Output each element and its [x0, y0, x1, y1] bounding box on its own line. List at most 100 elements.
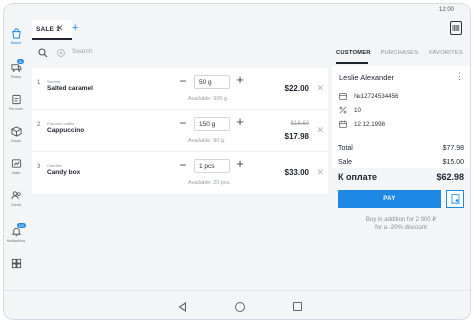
tab-customer[interactable]: CUSTOMER [336, 50, 371, 56]
product-row: 1 Sweets Salted caramel − + Available: 9… [32, 68, 328, 110]
status-time: 12:00 [438, 7, 454, 13]
search-icon[interactable] [38, 48, 48, 58]
product-category: Candies [47, 163, 62, 168]
back-icon[interactable] [178, 302, 187, 312]
pay-button[interactable]: PAY [338, 190, 441, 208]
barcode-scanner-button[interactable] [450, 21, 462, 35]
info-icon [425, 52, 427, 54]
sidebar-item-label: Notifications [6, 239, 26, 243]
home-icon[interactable] [235, 302, 245, 312]
tablet-bezel: 12:00 Basket 20 Pickup Pre-order Goods S… [0, 0, 474, 323]
product-row: 2 Flavored coffee Cappuccino − + Availab… [32, 110, 328, 152]
recent-apps-icon[interactable] [293, 302, 302, 311]
total-value: $77.98 [442, 145, 464, 152]
receipt-button[interactable] [446, 190, 464, 208]
tab-sale-1[interactable]: SALE 1 [32, 20, 72, 40]
info-icon [377, 52, 379, 54]
sidebar-item-label: Pickup [10, 75, 22, 79]
product-list: 1 Sweets Salted caramel − + Available: 9… [32, 68, 328, 194]
product-row: 3 Candies Candy box − + Available: 20 pc… [32, 152, 328, 194]
system-nav-bar [4, 296, 470, 318]
total-row: Total $77.98 [332, 142, 470, 156]
increase-qty-button[interactable]: + [234, 157, 246, 170]
scan-hand-icon[interactable] [56, 48, 66, 58]
receipt-discount-icon [451, 194, 459, 204]
customer-card-number: №12724534456 [339, 90, 399, 102]
product-number: 3 [37, 164, 41, 170]
sidebar-item-preorder[interactable]: Pre-order [4, 90, 28, 122]
add-tab-icon[interactable]: + [72, 22, 78, 34]
order-totals: Total $77.98 Sale $15.00 К оплате $62.98 [332, 142, 470, 186]
sidebar-item-label: Pre-order [8, 107, 24, 111]
sidebar-item-sales[interactable]: Sales [4, 154, 28, 186]
barcode-icon [452, 25, 460, 31]
calendar-icon [339, 120, 347, 128]
customer-tabs: CUSTOMER PURCHASES FAVORITES [332, 42, 470, 64]
total-label: Total [338, 145, 353, 152]
card-number-value: №12724534456 [354, 92, 399, 100]
pickup-badge: 20 [17, 59, 24, 64]
search-input[interactable] [72, 48, 312, 55]
people-icon [10, 191, 21, 200]
sale-value: $15.00 [442, 159, 464, 166]
product-name: Cappuccino [47, 127, 85, 134]
sidebar-item-notifications[interactable]: 100 Notifications [4, 222, 28, 254]
sidebar-item-label: Sales [11, 171, 21, 175]
quantity-field[interactable] [194, 117, 230, 131]
product-number: 1 [37, 80, 41, 86]
active-tab-indicator [336, 62, 368, 64]
birthday-value: 12.12.1998 [354, 120, 385, 128]
decrease-qty-button[interactable]: − [178, 75, 188, 88]
product-availability: Available: 20 pcs. [188, 180, 232, 186]
pay-actions: PAY [338, 190, 464, 208]
remove-item-icon[interactable]: ✕ [316, 125, 324, 136]
grand-total-value: $62.98 [436, 172, 464, 182]
sidebar: Basket 20 Pickup Pre-order Goods Sales C… [4, 18, 28, 288]
product-category: Flavored coffee [47, 121, 75, 126]
decrease-qty-button[interactable]: − [178, 159, 188, 172]
apps-icon [11, 258, 21, 269]
sale-row: Sale $15.00 [332, 156, 470, 170]
sidebar-item-clients[interactable]: Clients [4, 186, 28, 218]
promo-message: Buy in addition for 2 000 ₽ for a -20% d… [336, 216, 466, 232]
increase-qty-button[interactable]: + [234, 73, 246, 86]
sidebar-item-label: Goods [11, 139, 21, 143]
discount-value: 10 [354, 106, 361, 114]
product-category: Sweets [47, 79, 61, 84]
more-options-icon[interactable]: ⋮ [455, 71, 464, 82]
nav-divider [4, 290, 470, 291]
promo-line-1: Buy in addition for 2 000 ₽ [365, 217, 437, 223]
card-icon [339, 92, 347, 100]
notifications-badge: 100 [17, 223, 26, 228]
increase-qty-button[interactable]: + [234, 115, 246, 128]
product-availability: Available: 900 g. [188, 96, 229, 102]
sidebar-item-pickup[interactable]: 20 Pickup [4, 58, 28, 90]
customer-discount: 10 [339, 104, 361, 116]
search-bar [32, 42, 328, 64]
close-tab-icon[interactable]: ✕ [56, 23, 64, 34]
product-name: Candy box [47, 169, 81, 176]
sales-icon [11, 159, 21, 168]
product-old-price: $18.60 [290, 121, 309, 127]
remove-item-icon[interactable]: ✕ [316, 83, 324, 94]
product-price: $22.00 [284, 84, 309, 93]
grand-total-row: К оплате $62.98 [332, 170, 470, 186]
decrease-qty-button[interactable]: − [178, 117, 188, 130]
box-icon [10, 126, 22, 137]
percent-icon [339, 106, 347, 114]
status-bar: 12:00 [4, 4, 470, 18]
product-price: $17.98 [284, 132, 309, 141]
sidebar-item-goods[interactable]: Goods [4, 122, 28, 154]
preorder-icon [11, 94, 21, 105]
cart-panel: 1 Sweets Salted caramel − + Available: 9… [32, 42, 328, 282]
product-number: 2 [37, 122, 41, 128]
sidebar-item-apps[interactable] [4, 254, 28, 286]
tab-purchases[interactable]: PURCHASES [380, 50, 418, 56]
quantity-field[interactable] [194, 159, 230, 173]
sidebar-item-label: Clients [10, 203, 22, 207]
quantity-field[interactable] [194, 75, 230, 89]
tab-favorites[interactable]: FAVORITES [429, 50, 463, 56]
promo-line-2: for a -20% discount [375, 225, 427, 231]
product-availability: Available: 80 g. [188, 138, 226, 144]
remove-item-icon[interactable]: ✕ [316, 167, 324, 178]
